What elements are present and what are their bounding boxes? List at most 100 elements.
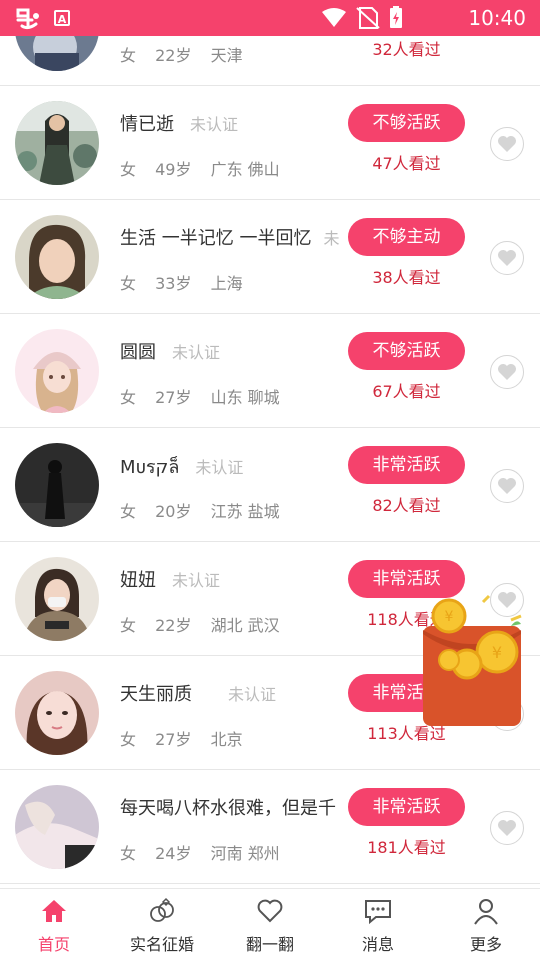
unverified-label: 未认证	[172, 343, 221, 362]
list-item[interactable]: 女 22岁 天津 32人看过	[0, 36, 540, 86]
red-envelope-icon: ¥ ¥	[423, 594, 522, 726]
nav-messages[interactable]: 消息	[324, 889, 432, 961]
name-row: 天生丽质 未认证	[120, 680, 276, 706]
user-list[interactable]: 女 22岁 天津 32人看过 情已逝 未认证 女 49岁 广东 佛山 不够活跃 …	[0, 36, 540, 888]
unverified-label: 未认证	[195, 458, 244, 477]
location: 江苏 盐城	[210, 502, 280, 521]
list-item[interactable]: 每天喝八杯水很难，但是千 女 24岁 河南 郑州 非常活跃 181人看过	[0, 770, 540, 884]
activity-badge: 不够主动	[348, 218, 465, 256]
gender: 女	[120, 730, 137, 749]
battery-charging-icon	[390, 6, 402, 28]
red-envelope-button[interactable]: ¥ ¥	[415, 590, 535, 740]
name-row: 情已逝 未认证	[120, 110, 238, 136]
activity-badge: 不够活跃	[348, 104, 465, 142]
message-icon	[365, 900, 391, 925]
nav-label: 更多	[469, 935, 502, 954]
view-count: 67人看过	[372, 382, 441, 401]
heart-icon	[498, 478, 516, 494]
nav-label: 翻一翻	[245, 935, 294, 954]
location: 河南 郑州	[210, 844, 280, 863]
avatar[interactable]	[15, 557, 99, 641]
gender: 女	[120, 388, 137, 407]
user-meta: 女 27岁 山东 聊城	[120, 384, 294, 408]
user-meta: 女 24岁 河南 郑州	[120, 840, 294, 864]
user-meta: 女 49岁 广东 佛山	[120, 156, 294, 180]
avatar[interactable]	[15, 785, 99, 869]
like-button[interactable]	[490, 811, 524, 845]
unverified-label: 未认证	[172, 571, 221, 590]
avatar[interactable]	[15, 215, 99, 299]
age: 27岁	[155, 730, 192, 749]
person-icon	[474, 899, 498, 925]
app-logo-icon	[16, 8, 39, 30]
view-count: 32人看过	[372, 40, 441, 59]
user-meta: 女 22岁 湖北 武汉	[120, 612, 294, 636]
heart-icon	[498, 364, 516, 380]
heart-icon	[498, 820, 516, 836]
list-item[interactable]: 生活 一半记忆 一半回忆未 女 33岁 上海 不够主动 38人看过	[0, 200, 540, 314]
gender: 女	[120, 274, 137, 293]
age: 27岁	[155, 388, 192, 407]
unverified-label: 未	[323, 229, 340, 248]
location: 上海	[210, 274, 243, 293]
view-count: 82人看过	[372, 496, 441, 515]
avatar[interactable]	[15, 671, 99, 755]
list-item[interactable]: 圆圆 未认证 女 27岁 山东 聊城 不够活跃 67人看过	[0, 314, 540, 428]
user-meta: 女 20岁 江苏 盐城	[120, 498, 294, 522]
age: 33岁	[155, 274, 192, 293]
unverified-label: 未认证	[228, 685, 277, 704]
gender: 女	[120, 46, 137, 65]
bottom-nav: 首页 实名征婚 翻一翻 消息 更多	[0, 888, 540, 960]
nav-more[interactable]: 更多	[432, 889, 540, 961]
avatar[interactable]	[15, 36, 99, 71]
location: 广东 佛山	[210, 160, 280, 179]
avatar[interactable]	[15, 329, 99, 413]
like-button[interactable]	[490, 127, 524, 161]
name-row: 圆圆 未认证	[120, 338, 220, 364]
age: 49岁	[155, 160, 192, 179]
view-count: 38人看过	[372, 268, 441, 287]
age: 20岁	[155, 502, 192, 521]
heart-icon	[498, 136, 516, 152]
activity-badge: 不够活跃	[348, 332, 465, 370]
like-button[interactable]	[490, 355, 524, 389]
user-meta: 女 33岁 上海	[120, 270, 257, 294]
user-name: 情已逝	[120, 114, 174, 135]
like-button[interactable]	[490, 469, 524, 503]
user-meta: 女 22岁 天津	[120, 42, 257, 66]
svg-text:¥: ¥	[492, 643, 502, 662]
age: 24岁	[155, 844, 192, 863]
no-sim-icon	[356, 7, 380, 29]
user-name: 每天喝八杯水很难，但是千	[120, 798, 336, 819]
name-row: 妞妞 未认证	[120, 566, 220, 592]
like-button[interactable]	[490, 241, 524, 275]
avatar[interactable]	[15, 101, 99, 185]
nav-label: 消息	[361, 935, 394, 954]
list-item[interactable]: 情已逝 未认证 女 49岁 广东 佛山 不够活跃 47人看过	[0, 86, 540, 200]
heart-icon	[498, 250, 516, 266]
view-count: 181人看过	[367, 838, 446, 857]
nav-home[interactable]: 首页	[0, 889, 108, 961]
clock: 10:40	[468, 6, 526, 30]
name-row: 每天喝八杯水很难，但是千	[120, 794, 348, 820]
nav-real-name-matchmaking[interactable]: 实名征婚	[108, 889, 216, 961]
user-name: 天生丽质	[120, 684, 192, 705]
location: 北京	[210, 730, 243, 749]
nav-label: 实名征婚	[129, 935, 194, 954]
system-status-icons	[322, 6, 402, 29]
user-name: 圆圆	[120, 342, 156, 363]
user-name: 妞妞	[120, 570, 156, 591]
activity-badge: 非常活跃	[348, 788, 465, 826]
gender: 女	[120, 616, 137, 635]
a-notification-icon: A	[54, 10, 70, 26]
user-meta: 女 27岁 北京	[120, 726, 257, 750]
list-item[interactable]: Mᴜรקล็ 未认证 女 20岁 江苏 盐城 非常活跃 82人看过	[0, 428, 540, 542]
home-icon	[42, 900, 66, 922]
nav-flip[interactable]: 翻一翻	[216, 889, 324, 961]
unverified-label: 未认证	[190, 115, 239, 134]
age: 22岁	[155, 46, 192, 65]
view-count: 47人看过	[372, 154, 441, 173]
gender: 女	[120, 844, 137, 863]
avatar[interactable]	[15, 443, 99, 527]
name-row: 生活 一半记忆 一半回忆未	[120, 224, 348, 250]
